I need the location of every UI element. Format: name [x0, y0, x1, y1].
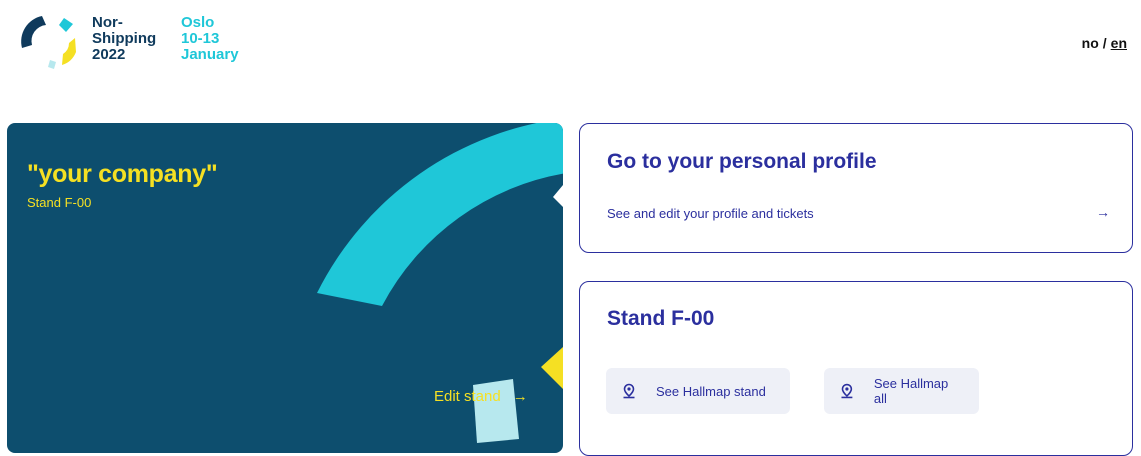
location-pin-icon	[623, 383, 635, 399]
company-stand-label: Stand F-00	[27, 195, 92, 210]
company-name: "your company"	[27, 160, 218, 188]
edit-stand-link[interactable]: Edit stand →	[434, 388, 528, 405]
see-hallmap-all-button[interactable]: See Hallmap all	[824, 368, 979, 414]
profile-card-subtitle: See and edit your profile and tickets	[607, 206, 814, 221]
logo-event-details: Oslo 10-13 January	[181, 15, 239, 63]
logo-month: January	[181, 46, 239, 63]
logo-line-2: Shipping	[92, 30, 157, 47]
edit-stand-label: Edit stand	[434, 388, 501, 405]
language-separator: /	[1102, 35, 1107, 51]
stand-card-title: Stand F-00	[607, 307, 715, 330]
language-switcher: no / en	[1082, 35, 1127, 51]
company-card: "your company" Stand F-00 Edit stand →	[7, 123, 563, 453]
see-hallmap-all-label: See Hallmap all	[873, 376, 949, 406]
logo-line-1: Nor-	[92, 14, 123, 31]
see-hallmap-stand-label: See Hallmap stand	[656, 383, 766, 399]
language-no-link[interactable]: no	[1082, 35, 1099, 51]
profile-card-title: Go to your personal profile	[607, 150, 877, 173]
location-pin-icon	[841, 383, 853, 399]
stand-card: Stand F-00 See Hallmap stand See Hallmap…	[579, 281, 1133, 456]
logo-line-3: 2022	[92, 46, 126, 63]
see-hallmap-stand-button[interactable]: See Hallmap stand	[606, 368, 790, 414]
language-en-link[interactable]: en	[1111, 35, 1127, 51]
logo-city: Oslo	[181, 14, 215, 31]
logo-dates: 10-13	[181, 30, 220, 47]
logo-wordmark: Nor- Shipping 2022	[92, 15, 156, 63]
arrow-right-icon: →	[1096, 204, 1110, 220]
arrow-right-icon: →	[512, 388, 528, 405]
nor-shipping-logo[interactable]	[14, 10, 80, 76]
personal-profile-card[interactable]: Go to your personal profile See and edit…	[579, 123, 1133, 253]
